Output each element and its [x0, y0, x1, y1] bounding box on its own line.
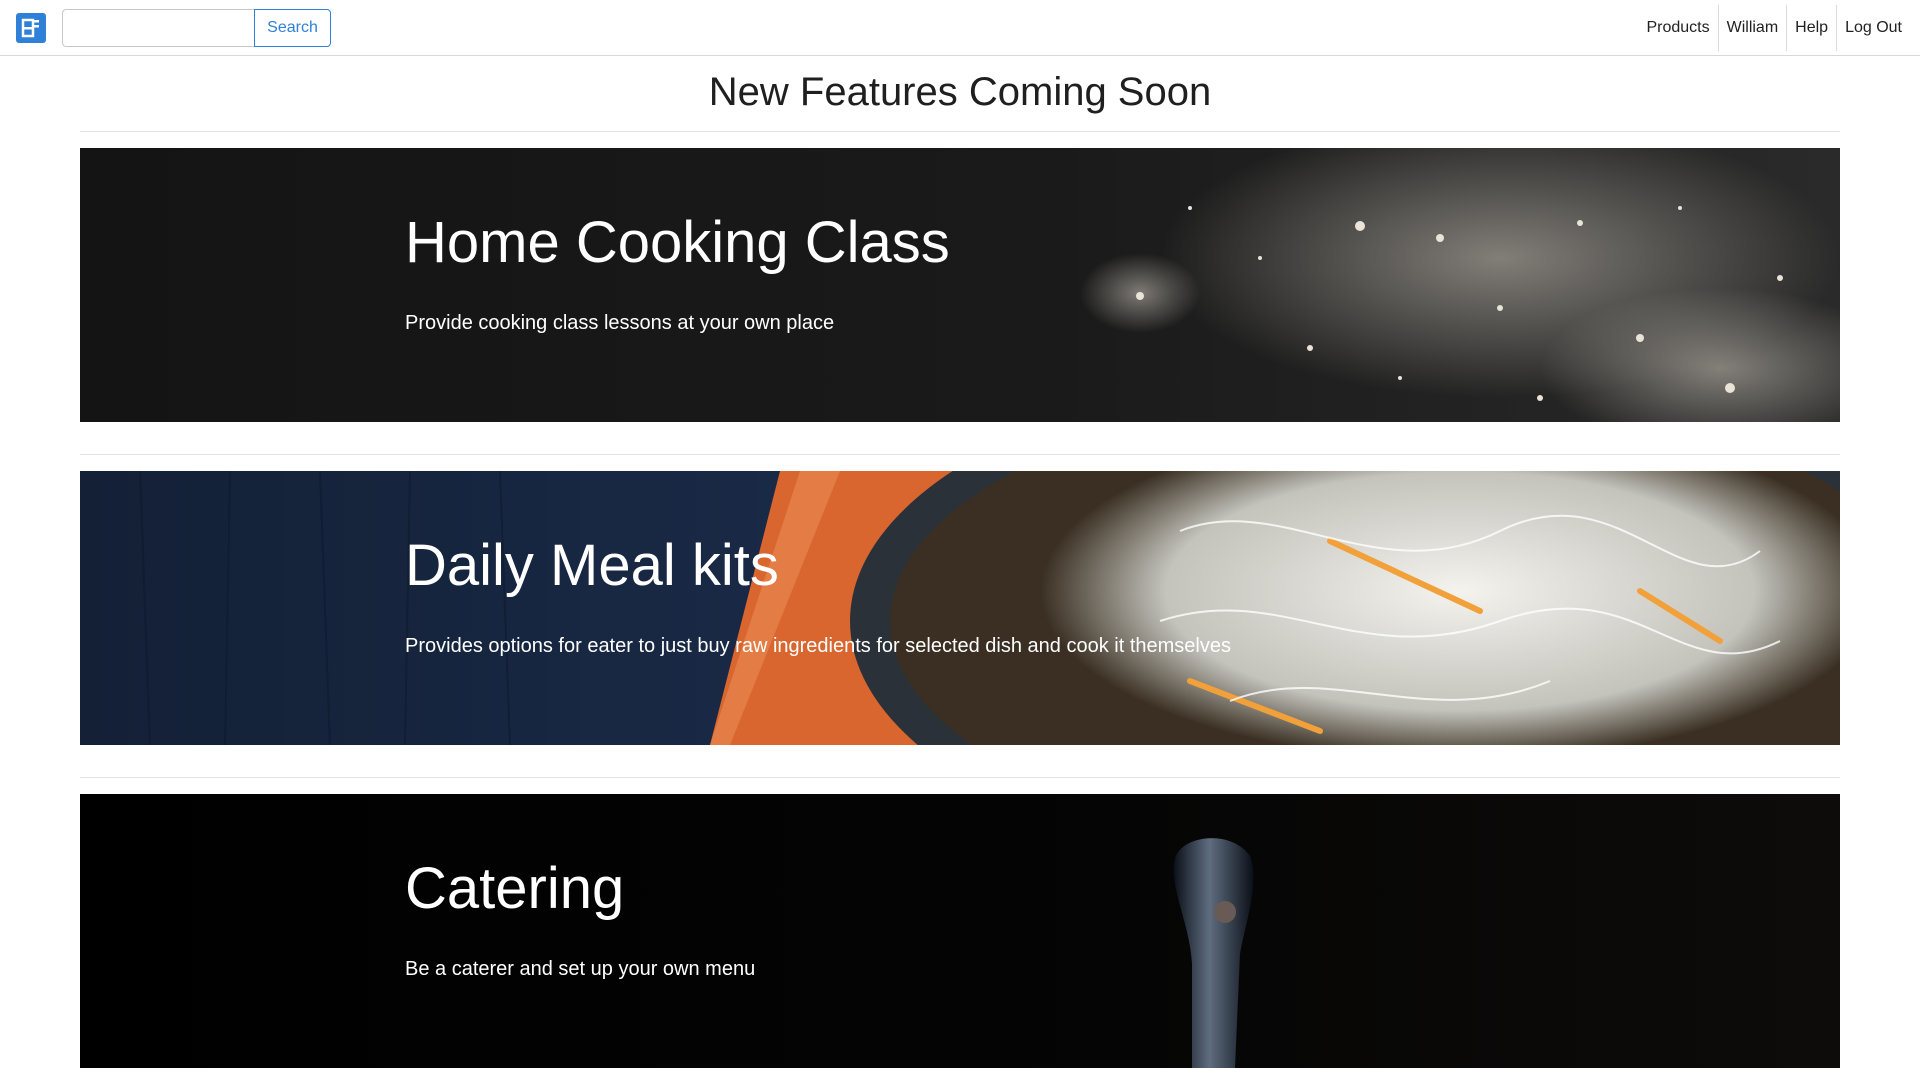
feature-description: Provide cooking class lessons at your ow… [405, 312, 835, 334]
ladle-image [80, 794, 1840, 1068]
nav-products-link[interactable]: Products [1638, 5, 1717, 51]
feature-title: Daily Meal kits [405, 533, 779, 598]
flour-dusted-table-image [80, 148, 1840, 422]
nav-logout-link[interactable]: Log Out [1837, 5, 1910, 51]
top-nav-links: Products William Help Log Out [1638, 0, 1910, 55]
nav-user-link[interactable]: William [1719, 5, 1787, 51]
app-logo-icon[interactable] [16, 13, 46, 43]
divider [80, 454, 1840, 455]
feature-title: Catering [405, 856, 625, 921]
feature-description: Be a caterer and set up your own menu [405, 958, 756, 980]
feature-banner-meal-kits[interactable]: Daily Meal kits Provides options for eat… [80, 471, 1840, 745]
divider [80, 131, 1840, 132]
divider [80, 777, 1840, 778]
nav-help-link[interactable]: Help [1787, 5, 1836, 51]
feature-banner-catering[interactable]: Catering Be a caterer and set up your ow… [80, 794, 1840, 1068]
search-input[interactable] [62, 9, 254, 47]
page-title: New Features Coming Soon [708, 70, 1212, 114]
feature-description: Provides options for eater to just buy r… [405, 635, 1231, 657]
feature-title: Home Cooking Class [405, 210, 950, 275]
feature-banner-home-cooking[interactable]: Home Cooking Class Provide cooking class… [80, 148, 1840, 422]
top-navbar: Search Products William Help Log Out [0, 0, 1920, 56]
search-button[interactable]: Search [254, 9, 331, 47]
noodle-bowl-image [80, 471, 1840, 745]
